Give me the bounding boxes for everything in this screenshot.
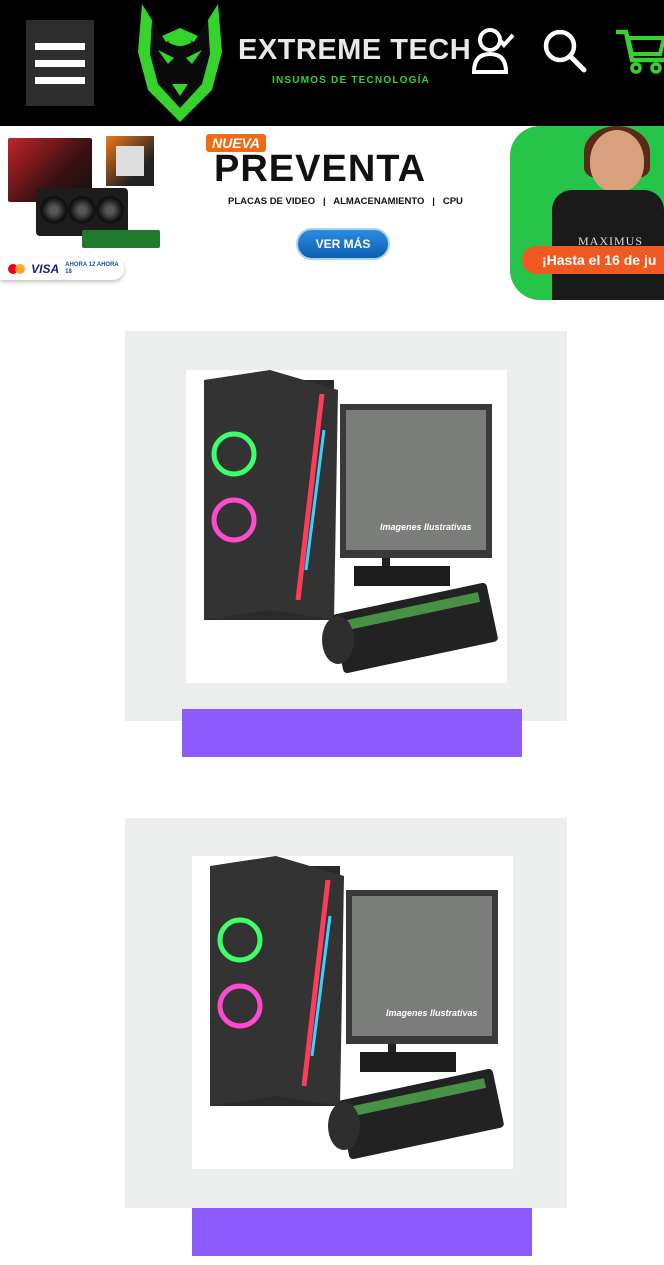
promo-banner[interactable]: VISA AHORA 12 AHORA 18 NUEVA PREVENTA PL… [0,126,664,300]
product-buy-button[interactable] [182,709,522,757]
site-logo[interactable]: EXTREME TECH INSUMOS DE TECNOLOGÍA [128,0,472,126]
payment-methods: VISA AHORA 12 AHORA 18 [0,258,124,280]
product-buy-button[interactable] [192,1208,532,1256]
product-image[interactable]: Imagenes Ilustrativas [192,856,513,1169]
site-header: EXTREME TECH INSUMOS DE TECNOLOGÍA [0,0,664,126]
pc-setup-image: Imagenes Ilustrativas [204,370,498,674]
search-icon[interactable] [540,26,590,76]
see-more-button[interactable]: VER MÁS [296,228,390,260]
menu-button[interactable] [26,20,94,106]
image-caption: Imagenes Ilustrativas [380,522,472,532]
menu-icon-bar [35,76,85,84]
banner-categories: PLACAS DE VIDEO | ALMACENAMIENTO | CPU [228,196,463,207]
account-icon[interactable] [470,26,516,76]
brand-tagline: INSUMOS DE TECNOLOGÍA [272,75,430,86]
promo-model-panel: MAXIMUS ¡Hasta el 16 de ju [510,126,664,300]
product-image[interactable]: Imagenes Ilustrativas [186,370,507,683]
visa-logo: VISA [31,262,60,276]
wolf-logo-icon [138,4,222,122]
brand-name: EXTREME TECH [238,34,472,66]
promo-date-label: ¡Hasta el 16 de ju [522,246,664,274]
mastercard-icon [8,264,26,274]
banner-headline: PREVENTA [214,148,427,190]
model-face [590,130,644,192]
cart-icon[interactable] [614,26,664,76]
menu-icon-bar [35,42,85,50]
cpu-box-image [106,136,154,186]
image-caption: Imagenes Ilustrativas [386,1008,478,1018]
fan-icon [68,196,96,224]
fan-icon [96,196,124,224]
fan-icon [40,196,68,224]
installments-label: AHORA 12 AHORA 18 [65,262,119,275]
pc-setup-image: Imagenes Ilustrativas [210,856,504,1160]
ssd-image [82,230,160,248]
menu-icon-bar [35,59,85,67]
graphics-card-image [36,188,128,236]
